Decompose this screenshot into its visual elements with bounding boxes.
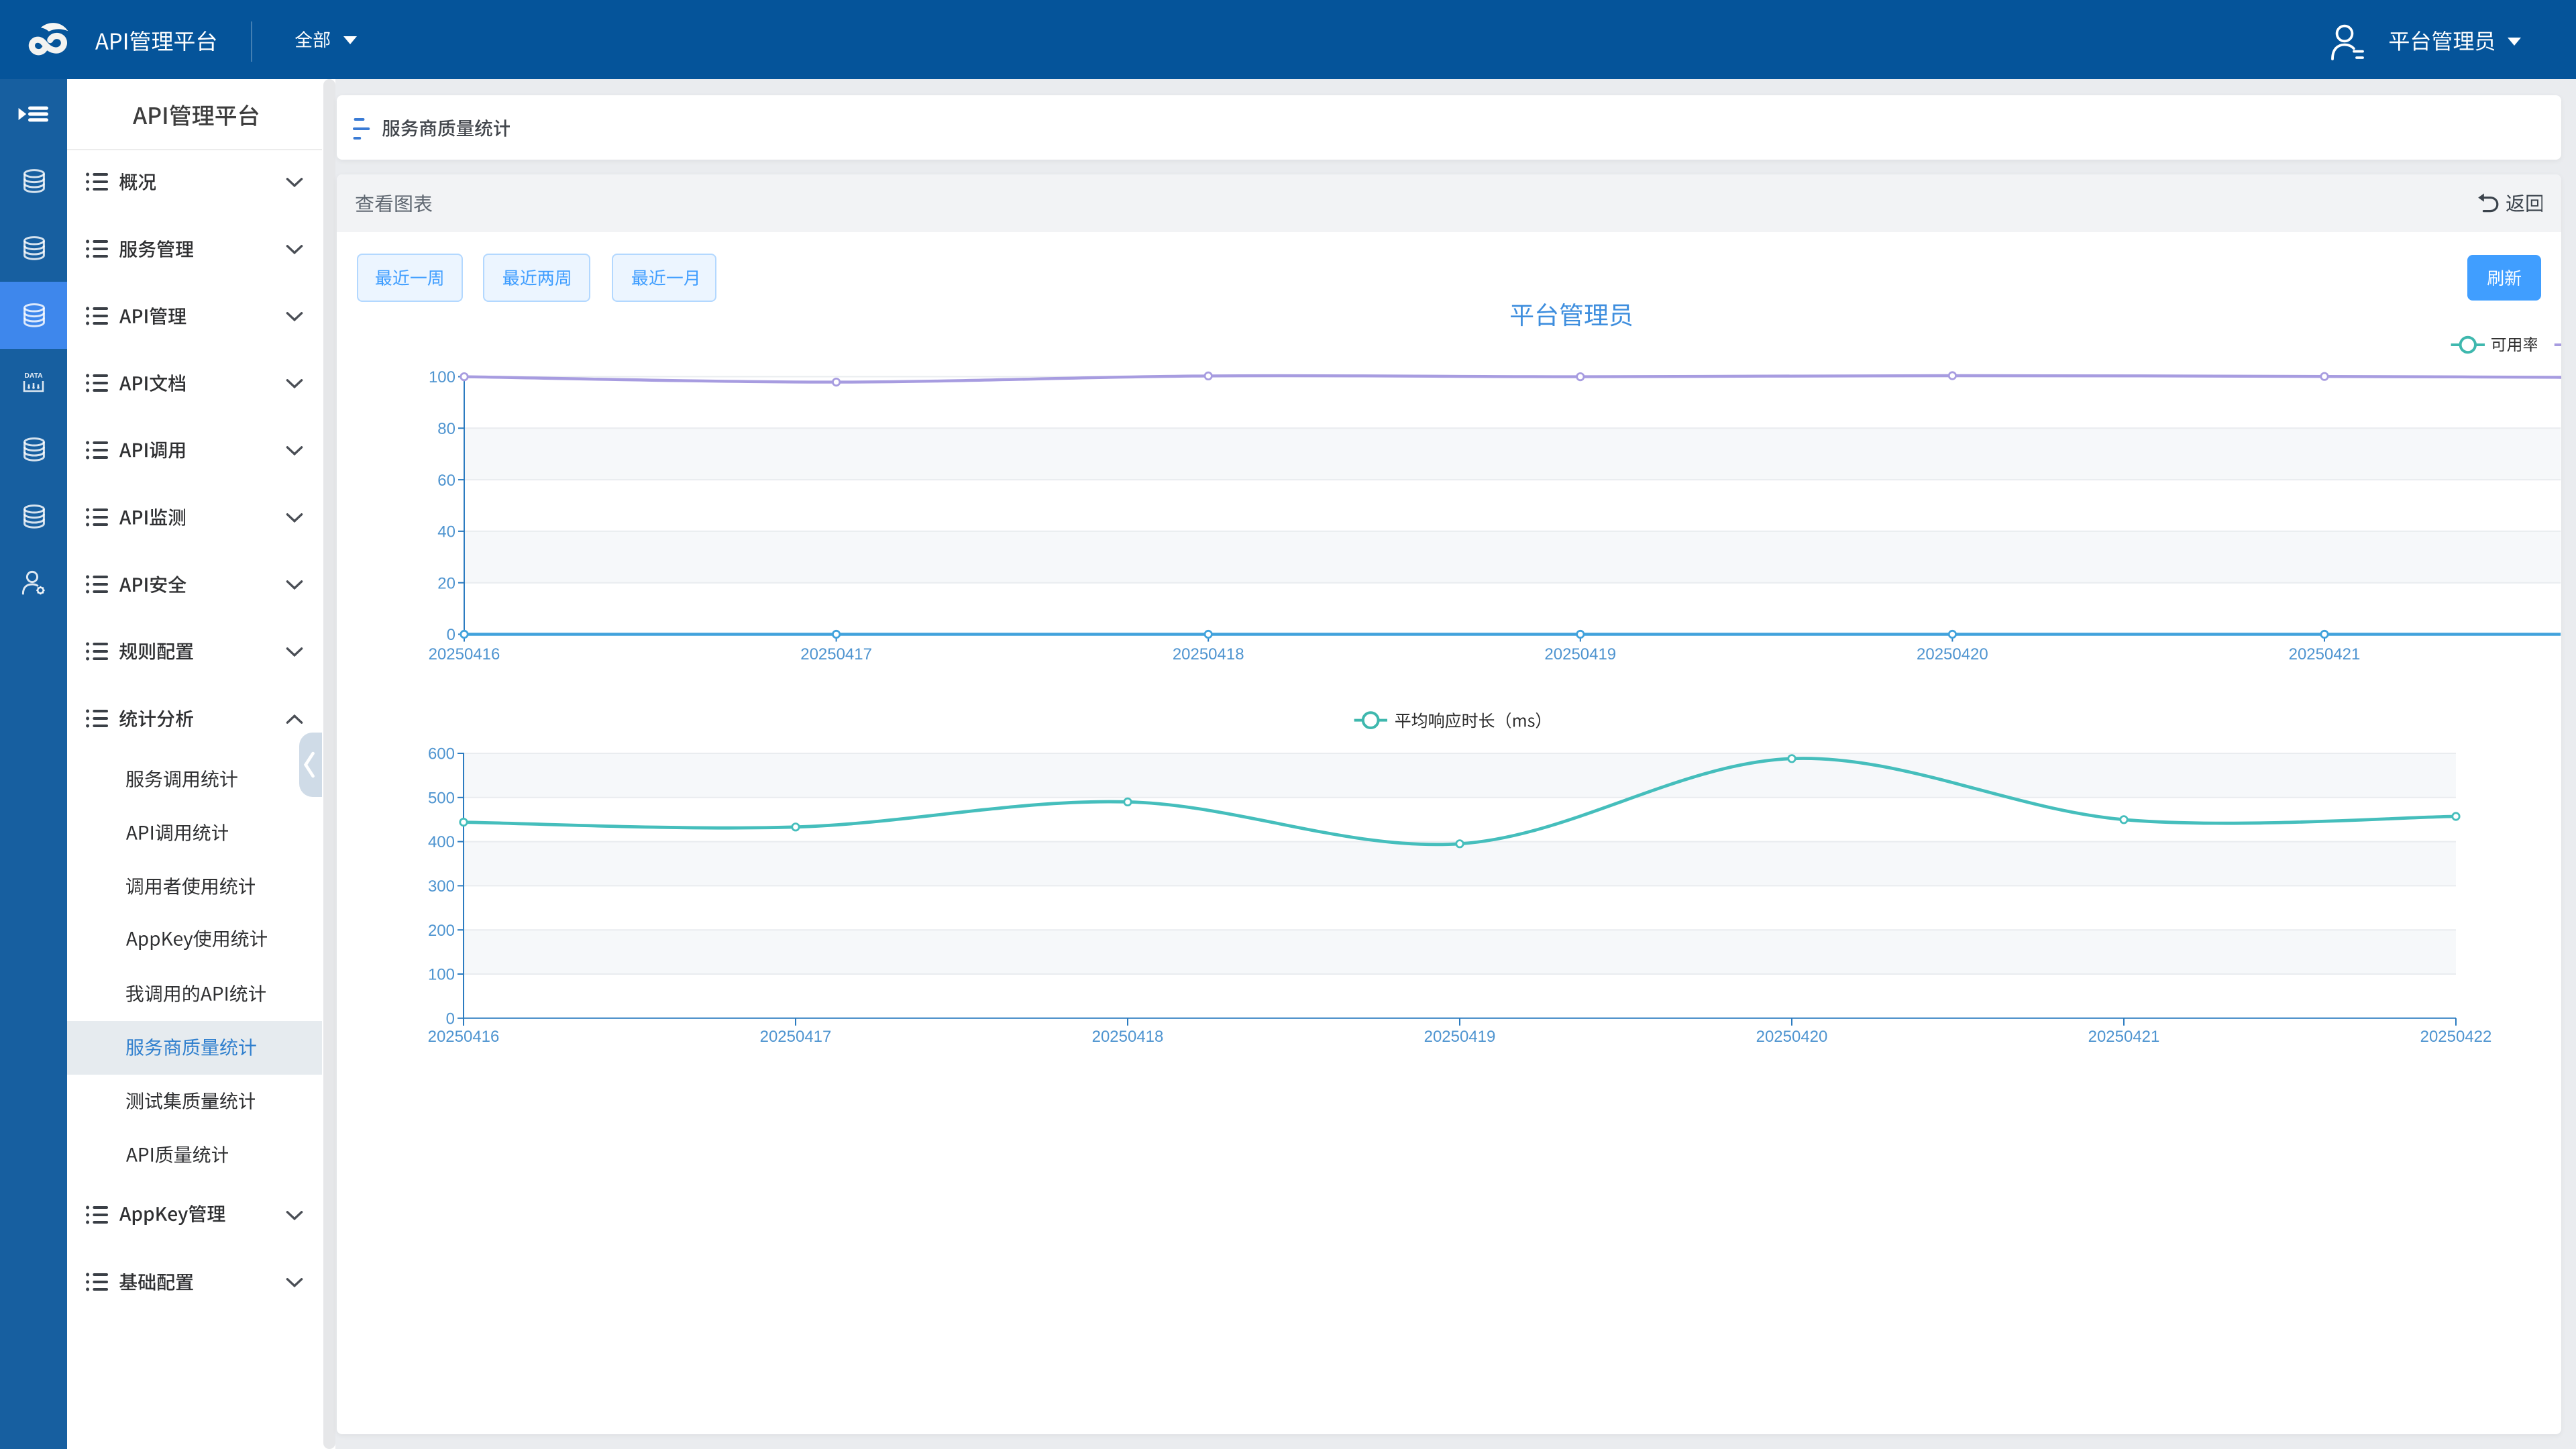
svg-text:20250416: 20250416	[429, 645, 500, 663]
svg-text:300: 300	[428, 877, 455, 896]
svg-text:20250420: 20250420	[1917, 645, 1988, 663]
svg-text:100: 100	[428, 966, 455, 984]
svg-text:20250417: 20250417	[800, 645, 872, 663]
svg-text:200: 200	[428, 922, 455, 940]
svg-text:DATA: DATA	[24, 372, 43, 379]
svg-text:20250420: 20250420	[1756, 1028, 1828, 1046]
svg-text:20250418: 20250418	[1173, 645, 1244, 663]
svg-text:20250421: 20250421	[2088, 1028, 2160, 1046]
svg-text:20250416: 20250416	[428, 1028, 500, 1046]
svg-text:0: 0	[446, 1010, 455, 1028]
svg-text:100: 100	[429, 368, 455, 386]
svg-text:60: 60	[437, 472, 455, 490]
svg-text:20250419: 20250419	[1544, 645, 1616, 663]
svg-text:20250421: 20250421	[2289, 645, 2361, 663]
svg-text:20250417: 20250417	[760, 1028, 832, 1046]
svg-text:80: 80	[437, 420, 455, 438]
svg-text:20: 20	[437, 574, 455, 592]
svg-text:400: 400	[428, 833, 455, 851]
svg-text:0: 0	[447, 626, 455, 644]
svg-text:20250419: 20250419	[1424, 1028, 1496, 1046]
svg-text:20250422: 20250422	[2420, 1028, 2492, 1046]
svg-text:40: 40	[437, 523, 455, 541]
svg-text:500: 500	[428, 789, 455, 807]
svg-text:20250418: 20250418	[1092, 1028, 1164, 1046]
svg-text:600: 600	[428, 745, 455, 763]
